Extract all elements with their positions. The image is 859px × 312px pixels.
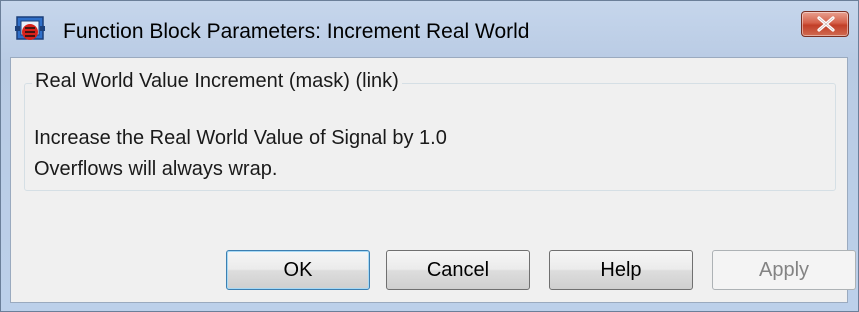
window-title: Function Block Parameters: Increment Rea… (63, 20, 530, 43)
description-line: Overflows will always wrap. (34, 158, 278, 180)
close-icon (817, 16, 835, 32)
mask-description: Increase the Real World Value of Signal … (34, 123, 447, 185)
cancel-button[interactable]: Cancel (386, 250, 530, 290)
description-line: Increase the Real World Value of Signal … (34, 127, 447, 149)
dialog-window: Function Block Parameters: Increment Rea… (0, 0, 859, 312)
apply-button[interactable]: Apply (712, 250, 856, 290)
dialog-body: Real World Value Increment (mask) (link)… (10, 57, 856, 303)
close-button[interactable] (801, 11, 849, 37)
mask-group-title: Real World Value Increment (mask) (link) (32, 70, 402, 93)
title-bar[interactable]: Function Block Parameters: Increment Rea… (1, 1, 858, 57)
help-button[interactable]: Help (549, 250, 693, 290)
simulink-block-icon (15, 15, 49, 45)
ok-button[interactable]: OK (226, 250, 370, 290)
